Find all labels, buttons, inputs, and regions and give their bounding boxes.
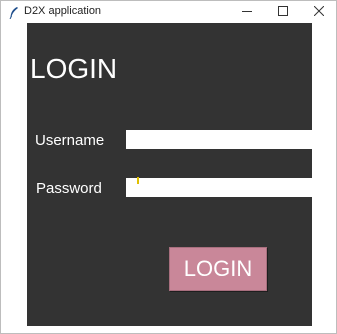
maximize-icon — [278, 3, 288, 21]
text-cursor — [137, 177, 139, 184]
feather-icon — [9, 6, 19, 20]
password-input[interactable] — [126, 178, 312, 197]
login-heading: LOGIN — [30, 53, 118, 84]
close-button[interactable] — [301, 1, 337, 23]
close-icon — [313, 3, 325, 21]
minimize-button[interactable] — [229, 1, 265, 23]
maximize-button[interactable] — [265, 1, 301, 23]
username-label: Username — [35, 132, 105, 149]
login-panel: LOGIN Username Password LOGIN — [27, 23, 312, 326]
minimize-icon — [242, 3, 252, 21]
username-input[interactable] — [126, 130, 312, 149]
password-label: Password — [36, 180, 102, 197]
title-bar[interactable]: D2X application — [1, 1, 336, 23]
window-title: D2X application — [24, 5, 102, 17]
login-button[interactable]: LOGIN — [169, 247, 267, 291]
app-window: D2X application LOGIN Username Password … — [0, 0, 337, 334]
